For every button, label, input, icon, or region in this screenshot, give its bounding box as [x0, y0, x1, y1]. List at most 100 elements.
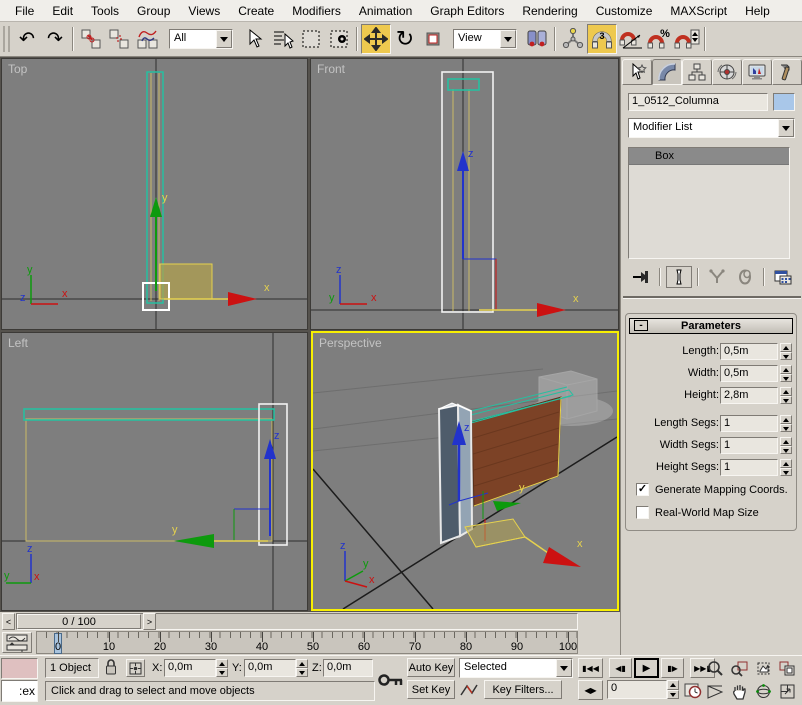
param-height-spinner[interactable] — [780, 387, 792, 404]
play-animation-button[interactable]: ▶ — [634, 658, 659, 678]
track-bar-ruler[interactable]: 0 10 20 30 40 50 60 70 80 90 100 — [36, 631, 578, 654]
menu-help[interactable]: Help — [736, 1, 779, 21]
next-frame-button[interactable]: ▮▶ — [661, 658, 684, 678]
menu-tools[interactable]: Tools — [82, 1, 128, 21]
object-color-swatch[interactable] — [773, 93, 795, 111]
z-coord-field[interactable]: 0,0m — [323, 659, 373, 677]
maxscript-listener-pink[interactable] — [1, 658, 38, 679]
param-height-field[interactable]: 2,8m — [720, 387, 778, 404]
selection-set-dropdown[interactable]: Selected — [459, 658, 573, 678]
time-slider-handle[interactable]: 0 / 100 — [17, 614, 141, 629]
zoom-all-button[interactable] — [728, 658, 750, 679]
param-width-spinner[interactable] — [780, 365, 792, 382]
absolute-mode-transform-button[interactable] — [126, 659, 145, 677]
param-width-segs-field[interactable]: 1 — [720, 437, 778, 454]
rectangular-selection-region-button[interactable] — [297, 25, 325, 53]
param-width-segs-spinner[interactable] — [780, 437, 792, 454]
select-and-move-button[interactable] — [361, 24, 391, 54]
menu-create[interactable]: Create — [229, 1, 283, 21]
go-to-start-button[interactable]: ▮◀◀ — [578, 658, 603, 678]
menu-file[interactable]: File — [6, 1, 43, 21]
menu-graph-editors[interactable]: Graph Editors — [421, 1, 513, 21]
viewport-top[interactable]: Top y x y z x — [1, 58, 308, 330]
viewport-front[interactable]: Front z x z y — [310, 58, 619, 330]
unlink-selection-button[interactable] — [105, 25, 133, 53]
configure-modifier-sets-button[interactable] — [770, 266, 796, 288]
undo-button[interactable]: ↶ — [13, 25, 41, 53]
pin-stack-button[interactable] — [628, 266, 654, 288]
select-and-scale-button[interactable] — [419, 25, 447, 53]
rollout-collapse-icon[interactable]: - — [634, 320, 648, 331]
maximize-viewport-toggle-button[interactable] — [776, 681, 798, 702]
current-frame-field[interactable]: 0 — [607, 680, 667, 699]
zoom-extents-button[interactable] — [752, 658, 774, 679]
y-coord-field[interactable]: 0,0m — [244, 659, 296, 677]
select-and-rotate-button[interactable]: ↻ — [391, 25, 419, 53]
y-coord-spinner[interactable] — [296, 659, 308, 677]
tab-modify[interactable] — [652, 59, 682, 85]
viewport-left[interactable]: Left z y z y x — [1, 332, 308, 611]
real-world-map-size-checkbox[interactable] — [636, 506, 649, 519]
key-mode-toggle-button[interactable]: ◀▶ — [578, 680, 603, 700]
previous-frame-button[interactable]: ◀▮ — [609, 658, 632, 678]
tab-display[interactable] — [742, 59, 772, 85]
percent-snap-toggle-button[interactable]: % — [645, 25, 673, 53]
parameters-rollout-header[interactable]: - Parameters — [629, 318, 793, 334]
menu-rendering[interactable]: Rendering — [513, 1, 586, 21]
param-width-field[interactable]: 0,5m — [720, 365, 778, 382]
param-length-segs-spinner[interactable] — [780, 415, 792, 432]
param-length-segs-field[interactable]: 1 — [720, 415, 778, 432]
tab-utilities[interactable] — [772, 59, 802, 85]
stack-item-box[interactable]: Box — [629, 148, 789, 165]
snaps-toggle-button[interactable]: 3 — [587, 24, 617, 54]
select-object-button[interactable] — [241, 25, 269, 53]
time-configuration-button[interactable] — [684, 681, 702, 702]
generate-mapping-coords-checkbox[interactable]: ✓ — [636, 483, 649, 496]
next-frame-arrow-button[interactable]: > — [143, 613, 156, 630]
current-frame-spinner[interactable] — [667, 680, 679, 699]
spinner-snap-toggle-button[interactable] — [673, 25, 701, 53]
menu-customize[interactable]: Customize — [587, 1, 662, 21]
zoom-extents-all-button[interactable] — [776, 658, 798, 679]
menu-views[interactable]: Views — [179, 1, 229, 21]
make-unique-button[interactable] — [704, 266, 730, 288]
select-and-link-button[interactable] — [77, 25, 105, 53]
show-end-result-button[interactable] — [666, 266, 692, 288]
tab-motion[interactable] — [712, 59, 742, 85]
previous-frame-arrow-button[interactable]: < — [2, 613, 15, 630]
arc-rotate-button[interactable] — [752, 681, 774, 702]
menu-group[interactable]: Group — [128, 1, 179, 21]
remove-modifier-button[interactable] — [732, 266, 758, 288]
field-of-view-button[interactable] — [704, 681, 726, 702]
selection-filter-dropdown[interactable]: All — [169, 29, 233, 49]
menu-maxscript[interactable]: MAXScript — [661, 1, 736, 21]
use-pivot-point-center-button[interactable] — [523, 25, 551, 53]
param-length-spinner[interactable] — [780, 343, 792, 360]
angle-snap-toggle-button[interactable] — [617, 25, 645, 53]
param-length-field[interactable]: 0,5m — [720, 343, 778, 360]
pan-view-button[interactable] — [728, 681, 750, 702]
open-mini-curve-editor-button[interactable] — [2, 632, 32, 653]
set-keys-button[interactable] — [378, 660, 404, 700]
modifier-list-dropdown[interactable]: Modifier List — [628, 118, 795, 138]
maxscript-listener-white[interactable]: :ex — [1, 680, 38, 702]
x-coord-spinner[interactable] — [216, 659, 228, 677]
window-crossing-toggle-button[interactable] — [325, 25, 353, 53]
tab-hierarchy[interactable] — [682, 59, 712, 85]
menu-modifiers[interactable]: Modifiers — [283, 1, 350, 21]
default-in-out-tangent-button[interactable] — [459, 682, 479, 701]
toolbar-drag-handle[interactable] — [3, 26, 10, 52]
set-key-button[interactable]: Set Key — [407, 680, 455, 699]
key-filters-button[interactable]: Key Filters... — [484, 680, 562, 699]
modifier-stack-list[interactable]: Box — [628, 147, 790, 259]
reference-coordinate-dropdown[interactable]: View — [453, 29, 517, 49]
bind-to-space-warp-button[interactable] — [133, 25, 161, 53]
object-name-field[interactable]: 1_0512_Columna — [628, 93, 768, 111]
x-coord-field[interactable]: 0,0m — [164, 659, 216, 677]
menu-animation[interactable]: Animation — [350, 1, 421, 21]
redo-button[interactable]: ↷ — [41, 25, 69, 53]
viewport-perspective[interactable]: Perspective — [311, 331, 619, 611]
param-height-segs-spinner[interactable] — [780, 459, 792, 476]
select-and-manipulate-button[interactable] — [559, 25, 587, 53]
selection-lock-toggle[interactable] — [104, 659, 118, 679]
